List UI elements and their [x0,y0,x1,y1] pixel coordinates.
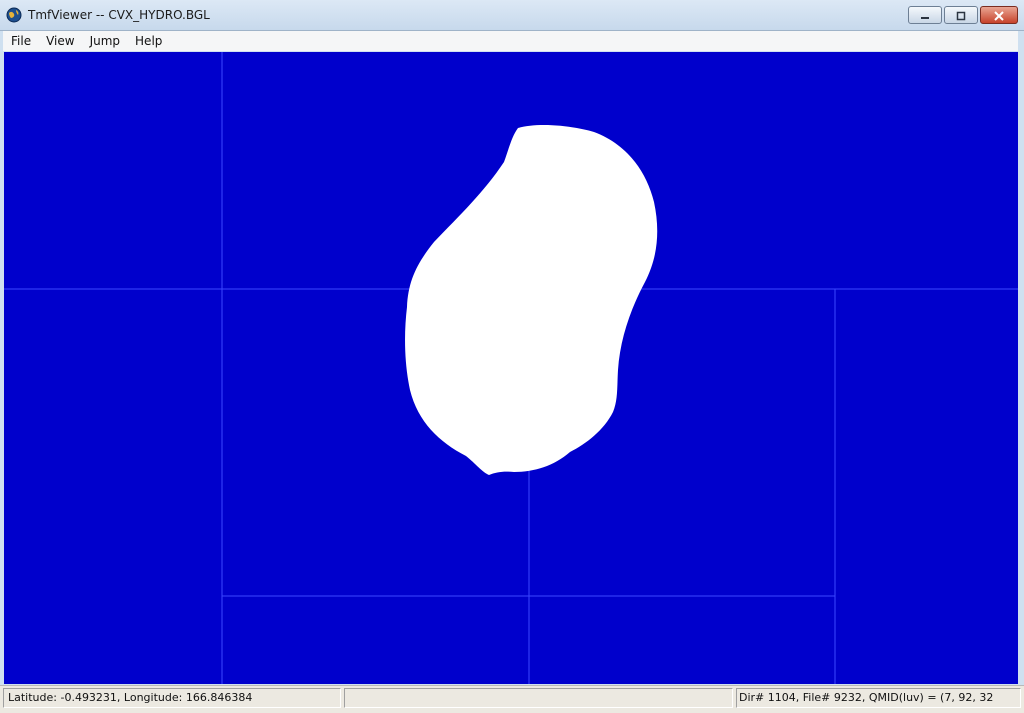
window-title: TmfViewer -- CVX_HYDRO.BGL [28,8,210,22]
map-canvas[interactable] [4,52,1018,684]
menu-bar: File View Jump Help [3,31,1018,51]
status-tile-info: Dir# 1104, File# 9232, QMID(luv) = (7, 9… [736,688,1021,708]
status-coordinates: Latitude: -0.493231, Longitude: 166.8463… [3,688,341,708]
minimize-button[interactable] [908,6,942,24]
globe-icon [6,7,22,23]
menu-jump[interactable]: Jump [82,31,127,51]
close-button[interactable] [980,6,1018,24]
app-window: TmfViewer -- CVX_HYDRO.BGL File View Jum… [0,0,1024,713]
menu-file[interactable]: File [3,31,38,51]
maximize-icon [955,6,967,25]
status-bar: Latitude: -0.493231, Longitude: 166.8463… [0,685,1024,713]
close-icon [993,6,1005,25]
title-bar[interactable]: TmfViewer -- CVX_HYDRO.BGL [0,0,1024,31]
map-drawing [4,52,1018,684]
menu-view[interactable]: View [38,31,81,51]
menu-help[interactable]: Help [127,31,169,51]
island-landmass [405,125,658,476]
minimize-icon [919,6,931,25]
status-middle [344,688,733,708]
maximize-button[interactable] [944,6,978,24]
